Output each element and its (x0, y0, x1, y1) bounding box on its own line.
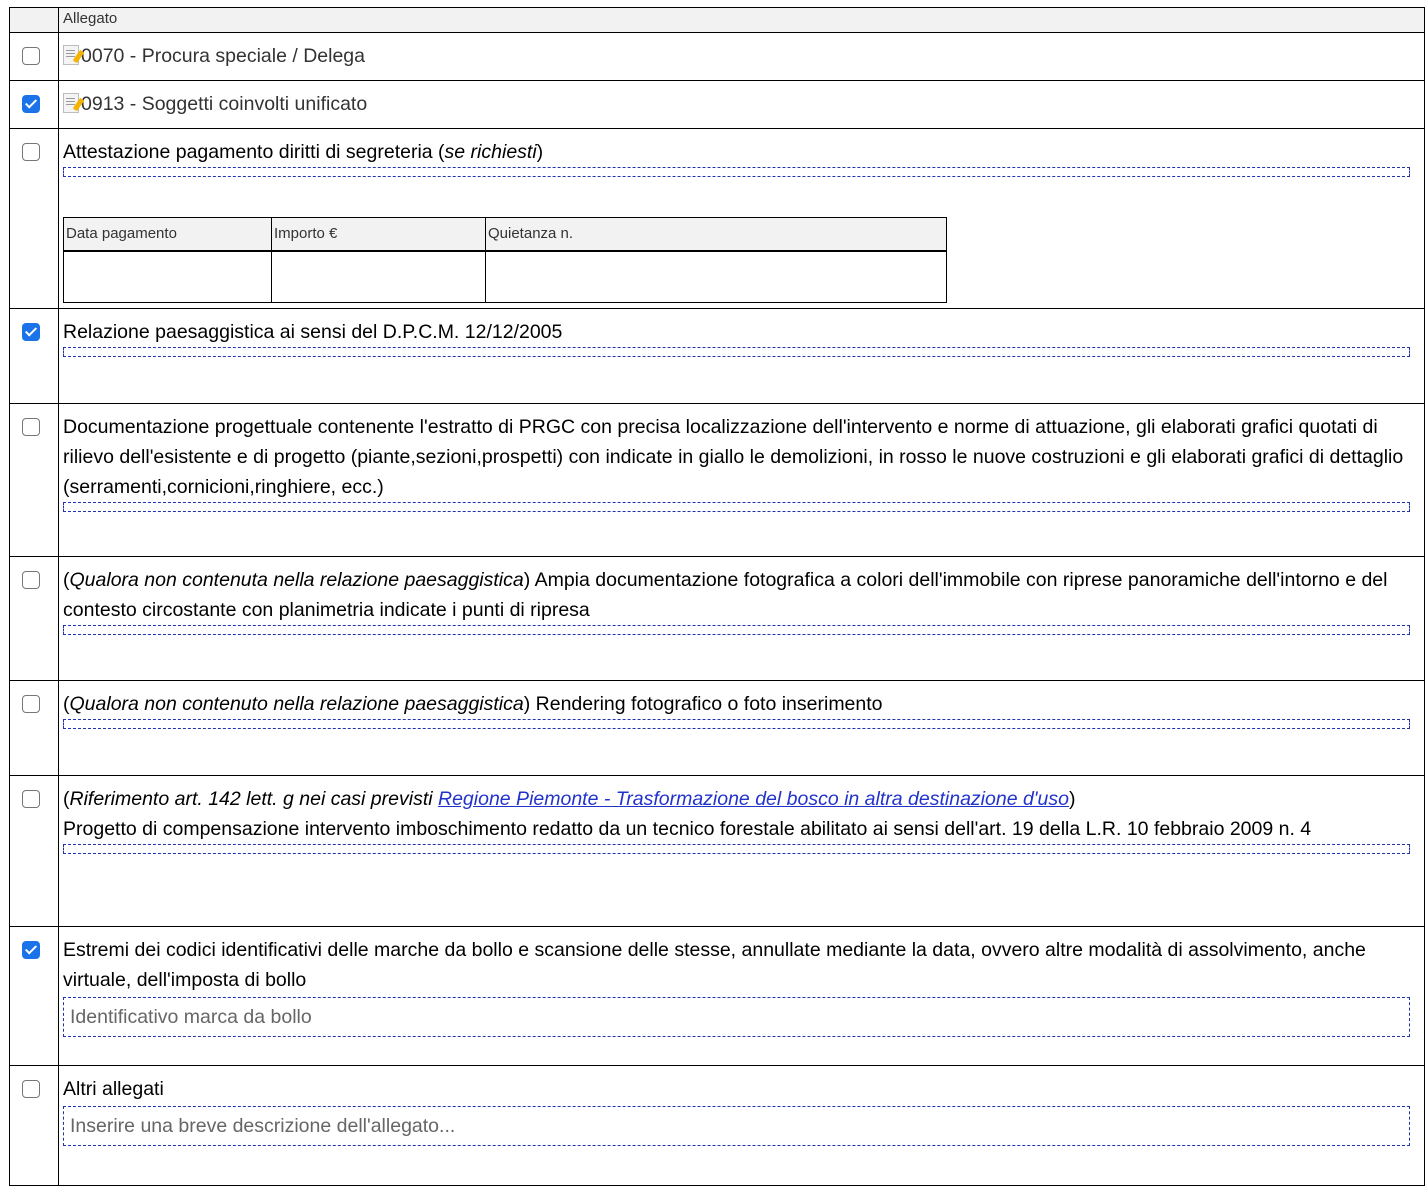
attachment-label-italic: se richiesti (444, 141, 537, 163)
row-checkbox[interactable] (22, 695, 40, 713)
table-row: Documentazione progettuale contenente l'… (9, 403, 1425, 557)
header-checkbox-column (9, 7, 59, 33)
document-edit-icon (63, 93, 79, 113)
attachment-label: ) Rendering fotografico o foto inserimen… (523, 693, 883, 715)
description-field[interactable] (63, 625, 1410, 635)
attachment-label: Altri allegati (63, 1078, 164, 1100)
payment-receipt-header: Quietanza n. (485, 217, 947, 252)
marca-bollo-field[interactable]: Identificativo marca da bollo (63, 997, 1410, 1037)
row-checkbox[interactable] (22, 790, 40, 808)
table-row: Relazione paesaggistica ai sensi del D.P… (9, 308, 1425, 404)
table-row: Attestazione pagamento diritti di segret… (9, 128, 1425, 309)
table-row: 0913 - Soggetti coinvolti unificato (9, 80, 1425, 129)
header-label: Allegato (63, 10, 118, 27)
payment-date-header: Data pagamento (63, 217, 272, 252)
attachment-label: Relazione paesaggistica ai sensi del D.P… (63, 321, 563, 343)
payment-table: Data pagamento Importo € Quietanza n. (63, 217, 947, 303)
description-field[interactable] (63, 347, 1410, 357)
row-checkbox[interactable] (22, 1080, 40, 1098)
attachment-label: Estremi dei codici identificativi delle … (63, 939, 1366, 991)
description-field[interactable] (63, 844, 1410, 854)
payment-receipt-input[interactable] (485, 250, 947, 303)
table-row: Altri allegati Inserire una breve descri… (9, 1065, 1425, 1186)
description-field[interactable] (63, 502, 1410, 512)
attachment-label: Progetto di compensazione intervento imb… (63, 818, 1312, 840)
attachment-label-italic: Qualora non contenuto nella relazione pa… (69, 693, 524, 715)
table-row: (Qualora non contenuto nella relazione p… (9, 680, 1425, 776)
row-checkbox[interactable] (22, 95, 40, 113)
table-row: Estremi dei codici identificativi delle … (9, 926, 1425, 1066)
table-row: 0070 - Procura speciale / Delega (9, 32, 1425, 81)
row-checkbox[interactable] (22, 323, 40, 341)
row-checkbox[interactable] (22, 47, 40, 65)
description-field[interactable] (63, 719, 1410, 729)
row-checkbox[interactable] (22, 571, 40, 589)
attachment-label-italic: Qualora non contenuta nella relazione pa… (69, 569, 524, 591)
row-checkbox[interactable] (22, 143, 40, 161)
description-field[interactable] (63, 167, 1410, 177)
table-row: (Riferimento art. 142 lett. g nei casi p… (9, 775, 1425, 927)
payment-date-input[interactable] (63, 250, 272, 303)
attachment-title: 0070 - Procura speciale / Delega (81, 45, 365, 67)
table-row: (Qualora non contenuta nella relazione p… (9, 556, 1425, 681)
table-header-row: Allegato (9, 7, 1425, 33)
attachment-label: Attestazione pagamento diritti di segret… (63, 141, 445, 163)
row-checkbox[interactable] (22, 418, 40, 436)
row-checkbox[interactable] (22, 941, 40, 959)
regione-piemonte-link[interactable]: Regione Piemonte - Trasformazione del bo… (438, 788, 1069, 810)
document-edit-icon (63, 45, 79, 65)
payment-amount-header: Importo € (271, 217, 486, 252)
altri-allegati-description-field[interactable]: Inserire una breve descrizione dell'alle… (63, 1106, 1410, 1146)
header-attachment-column: Allegato (58, 7, 1425, 33)
attachments-table: Allegato 0070 - Procura speciale / Deleg… (9, 7, 1425, 1186)
attachment-label: Documentazione progettuale contenente l'… (63, 416, 1404, 498)
payment-amount-input[interactable] (271, 250, 486, 303)
attachment-label-italic: Riferimento art. 142 lett. g nei casi pr… (69, 788, 438, 810)
attachment-title: 0913 - Soggetti coinvolti unificato (81, 93, 368, 115)
